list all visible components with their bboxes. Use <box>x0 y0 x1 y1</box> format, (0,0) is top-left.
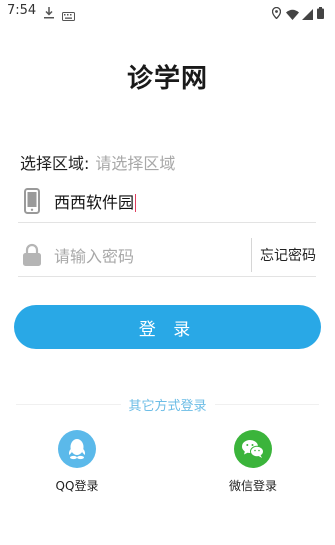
other-login-label: 其它方式登录 <box>128 398 207 414</box>
separator-line-right <box>214 403 320 405</box>
password-input[interactable]: 请输入密码 <box>54 243 251 267</box>
text-caret <box>135 194 137 212</box>
separator-line-left <box>16 403 121 405</box>
login-button[interactable]: 登 录 <box>14 305 321 349</box>
username-field[interactable]: 西西软件园 <box>18 179 316 223</box>
wechat-login-button[interactable]: 微信登录 <box>208 430 298 494</box>
battery-icon <box>317 4 324 23</box>
region-selector[interactable]: 选择区域: 请选择区域 <box>20 150 320 174</box>
phone-icon <box>20 187 44 214</box>
status-bar: 7:54 <box>0 0 335 22</box>
status-time: 7:54 <box>7 3 37 18</box>
username-value[interactable]: 西西软件园 <box>54 193 134 212</box>
signal-icon <box>302 5 313 24</box>
field-divider <box>251 237 252 272</box>
download-icon <box>44 4 54 23</box>
qq-login-label: QQ登录 <box>55 479 99 493</box>
wechat-icon[interactable] <box>234 430 272 468</box>
wechat-login-label: 微信登录 <box>228 479 277 493</box>
app-title: 诊学网 <box>126 64 208 94</box>
other-login-methods: 其它方式登录 <box>16 395 320 414</box>
keyboard-icon <box>62 6 75 25</box>
qq-icon[interactable] <box>58 430 96 468</box>
qq-login-button[interactable]: QQ登录 <box>32 430 122 494</box>
region-label: 选择区域: <box>20 154 90 173</box>
wifi-icon <box>286 5 299 24</box>
forgot-password-link[interactable]: 忘记密码 <box>260 245 316 265</box>
lock-icon <box>20 243 44 267</box>
region-placeholder[interactable]: 请选择区域 <box>95 150 175 174</box>
password-field[interactable]: 请输入密码 忘记密码 <box>18 233 316 277</box>
location-icon <box>271 4 282 23</box>
